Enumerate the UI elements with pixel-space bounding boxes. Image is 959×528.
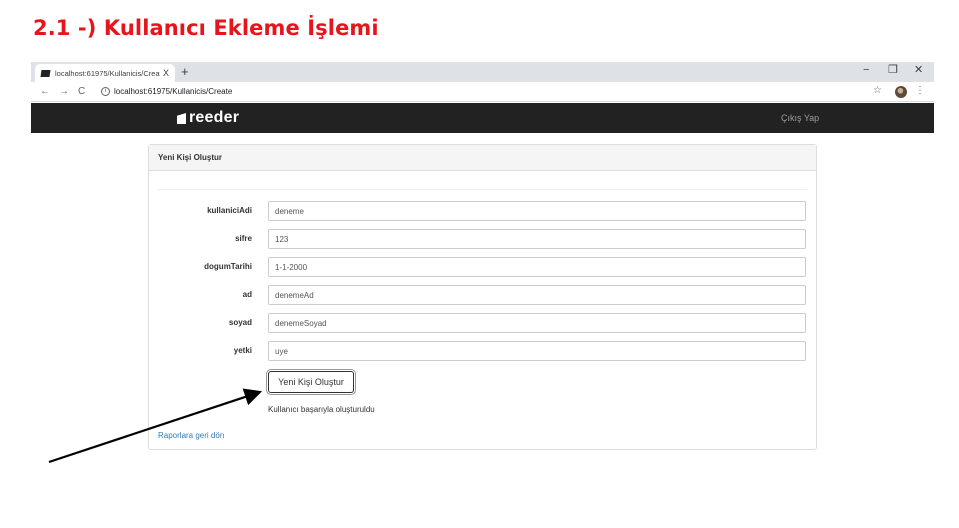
tab-strip: localhost:61975/Kullanicis/Create X + − …	[31, 62, 934, 82]
field-label: yetki	[233, 346, 252, 355]
form-row-kullaniciadi: kullaniciAdi	[149, 201, 818, 221]
back-to-reports-link[interactable]: Raporlara geri dön	[158, 431, 224, 440]
yetki-input[interactable]	[268, 341, 806, 361]
create-user-button[interactable]: Yeni Kişi Oluştur	[268, 371, 354, 393]
field-label: dogumTarihi	[204, 262, 252, 271]
sifre-input[interactable]	[268, 229, 806, 249]
form-row-ad: ad	[149, 285, 818, 305]
reload-icon[interactable]: C	[78, 85, 85, 98]
forward-icon[interactable]: →	[59, 85, 69, 98]
tab-close-icon[interactable]: X	[163, 68, 169, 78]
panel-heading: Yeni Kişi Oluştur	[149, 145, 816, 171]
reeder-logo-icon	[177, 113, 186, 124]
field-label: ad	[242, 290, 252, 299]
info-circle-icon[interactable]: i	[101, 87, 110, 96]
site-navbar: reeder Çıkış Yap	[31, 103, 934, 133]
logout-link[interactable]: Çıkış Yap	[781, 113, 819, 123]
form-row-sifre: sifre	[149, 229, 818, 249]
ad-input[interactable]	[268, 285, 806, 305]
star-icon[interactable]: ☆	[873, 85, 882, 96]
restore-icon[interactable]: ❐	[888, 63, 898, 77]
profile-avatar-icon[interactable]	[895, 86, 907, 98]
form-row-dogumtarihi: dogumTarihi	[149, 257, 818, 277]
form-row-soyad: soyad	[149, 313, 818, 333]
brand-link[interactable]: reeder	[189, 109, 239, 127]
browser-toolbar: ← → C i localhost:61975/Kullanicis/Creat…	[31, 82, 934, 102]
tab-title: localhost:61975/Kullanicis/Create	[55, 68, 160, 78]
close-window-icon[interactable]: ✕	[914, 63, 923, 77]
field-label: kullaniciAdi	[207, 206, 252, 215]
kullaniciadi-input[interactable]	[268, 201, 806, 221]
address-bar[interactable]: localhost:61975/Kullanicis/Create	[114, 86, 232, 97]
soyad-input[interactable]	[268, 313, 806, 333]
reeder-favicon-icon	[40, 69, 51, 77]
browser-tab[interactable]: localhost:61975/Kullanicis/Create X	[35, 64, 175, 82]
success-message: Kullanıcı başarıyla oluşturuldu	[268, 405, 375, 414]
minimize-icon[interactable]: −	[863, 63, 869, 77]
field-label: sifre	[235, 234, 252, 243]
divider	[158, 189, 807, 190]
back-icon[interactable]: ←	[40, 85, 50, 98]
field-label: soyad	[228, 318, 252, 327]
dogumtarihi-input[interactable]	[268, 257, 806, 277]
create-user-panel: Yeni Kişi Oluştur kullaniciAdi sifre dog…	[148, 144, 817, 450]
document-heading: 2.1 -) Kullanıcı Ekleme İşlemi	[33, 16, 379, 40]
new-tab-button[interactable]: +	[181, 64, 189, 79]
form-row-yetki: yetki	[149, 341, 818, 361]
browser-window: localhost:61975/Kullanicis/Create X + − …	[31, 62, 934, 462]
menu-icon[interactable]: ⋮	[915, 85, 925, 96]
